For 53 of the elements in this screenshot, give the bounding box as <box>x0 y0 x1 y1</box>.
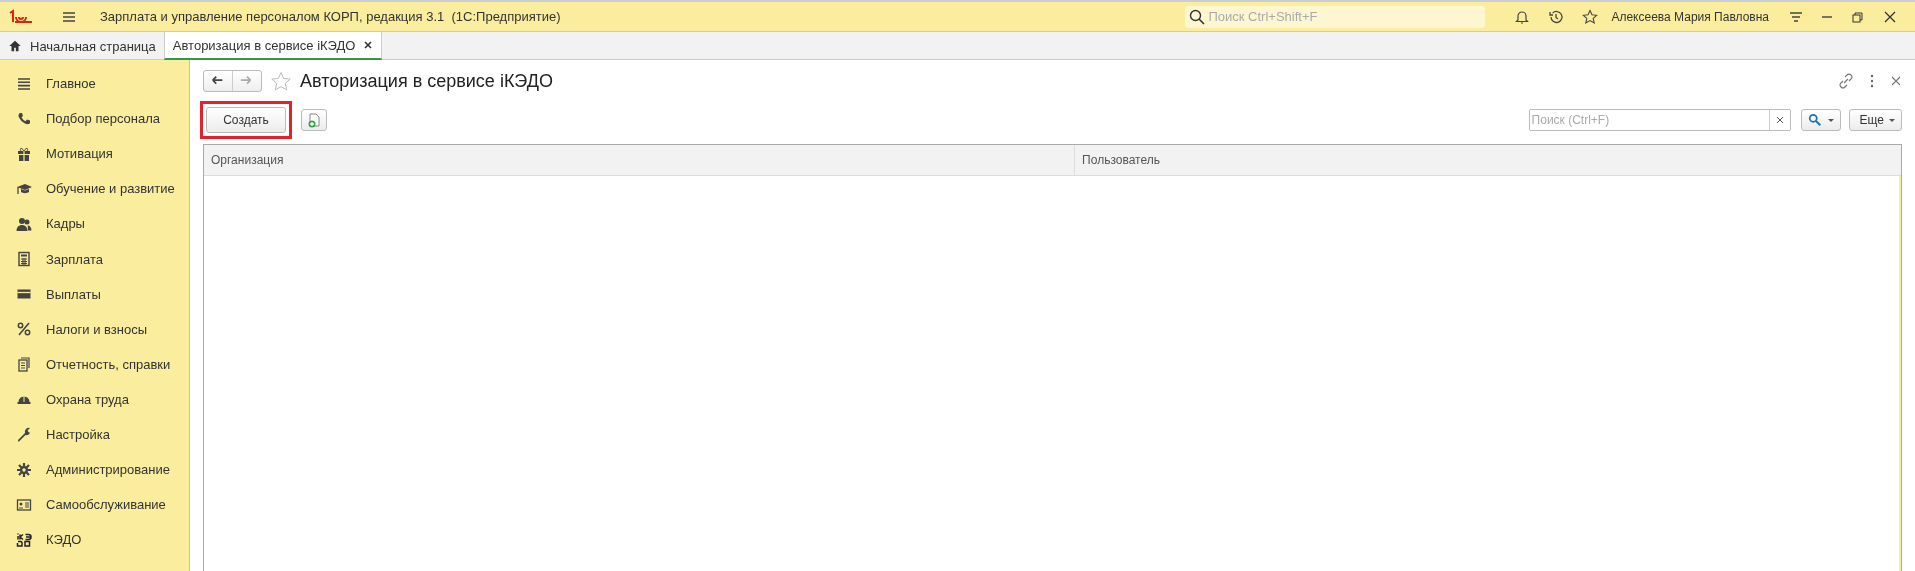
sidebar-item[interactable]: Налоги и взносы <box>0 311 189 347</box>
tab[interactable]: Авторизация в сервисе iКЭДО <box>163 32 383 60</box>
search-button[interactable] <box>1800 109 1841 131</box>
list-icon <box>16 75 32 92</box>
form-title: Авторизация в сервисе iКЭДО <box>300 70 553 92</box>
sidebar-item[interactable]: Главное <box>0 66 189 102</box>
percent-icon <box>16 321 32 338</box>
sidebar-item[interactable]: Обучение и развитие <box>0 171 189 207</box>
create-button[interactable]: Создать <box>206 107 286 133</box>
sidebar-item[interactable]: Охрана труда <box>0 381 189 417</box>
sidebar-item[interactable]: Зарплата <box>0 241 189 277</box>
sidebar-item[interactable]: Подбор персонала <box>0 101 189 137</box>
bell-icon <box>1514 8 1531 25</box>
search-icon <box>1189 8 1206 25</box>
close-icon <box>1890 75 1902 87</box>
gift-icon <box>16 145 32 162</box>
id-card-icon <box>16 496 32 513</box>
documents-icon <box>16 356 32 373</box>
sidebar-item[interactable]: Администрирование <box>0 452 189 488</box>
document-add-icon <box>306 112 322 128</box>
gear-icon <box>16 461 32 478</box>
more-button[interactable]: Еще <box>1848 109 1902 131</box>
sidebar-item[interactable]: Кадры <box>0 206 189 242</box>
people-icon <box>16 215 32 232</box>
link-icon <box>1838 73 1854 89</box>
column-header[interactable]: Организация <box>204 145 1075 175</box>
add-document-button[interactable] <box>301 109 327 131</box>
star-icon <box>1582 8 1599 25</box>
tab[interactable]: Начальная страница <box>0 32 164 60</box>
logo-icon <box>8 8 34 25</box>
kedo-logo-icon <box>16 531 32 548</box>
history-icon <box>1548 8 1565 25</box>
sidebar-item[interactable]: Настройка <box>0 416 189 453</box>
caret-icon <box>1827 118 1834 122</box>
sidebar-item[interactable]: Самообслуживание <box>0 487 189 523</box>
sidebar-item[interactable]: Мотивация <box>0 136 189 172</box>
calculator-icon <box>16 251 32 267</box>
sidebar-item[interactable]: Отчетность, справки <box>0 346 189 382</box>
phone-icon <box>16 110 32 127</box>
home-icon <box>8 39 22 53</box>
sidebar-item[interactable]: Выплаты <box>0 276 189 312</box>
caret-icon <box>1889 118 1895 122</box>
window-title: Зарплата и управление персоналом КОРП, редакция 3.1 (1С:Предприятие) <box>100 9 561 24</box>
sidebar-item[interactable]: КЭДО <box>0 522 189 558</box>
star-icon[interactable] <box>270 70 292 92</box>
search-icon <box>1807 113 1822 127</box>
more-icon <box>1868 73 1876 89</box>
clear-icon <box>1775 116 1784 124</box>
close-icon <box>363 40 374 50</box>
wrench-icon <box>16 426 32 443</box>
minimize-icon <box>1822 15 1832 18</box>
column-header[interactable]: Пользователь <box>1074 145 1901 175</box>
user-name[interactable]: Алексеева Мария Павловна <box>1611 9 1769 24</box>
